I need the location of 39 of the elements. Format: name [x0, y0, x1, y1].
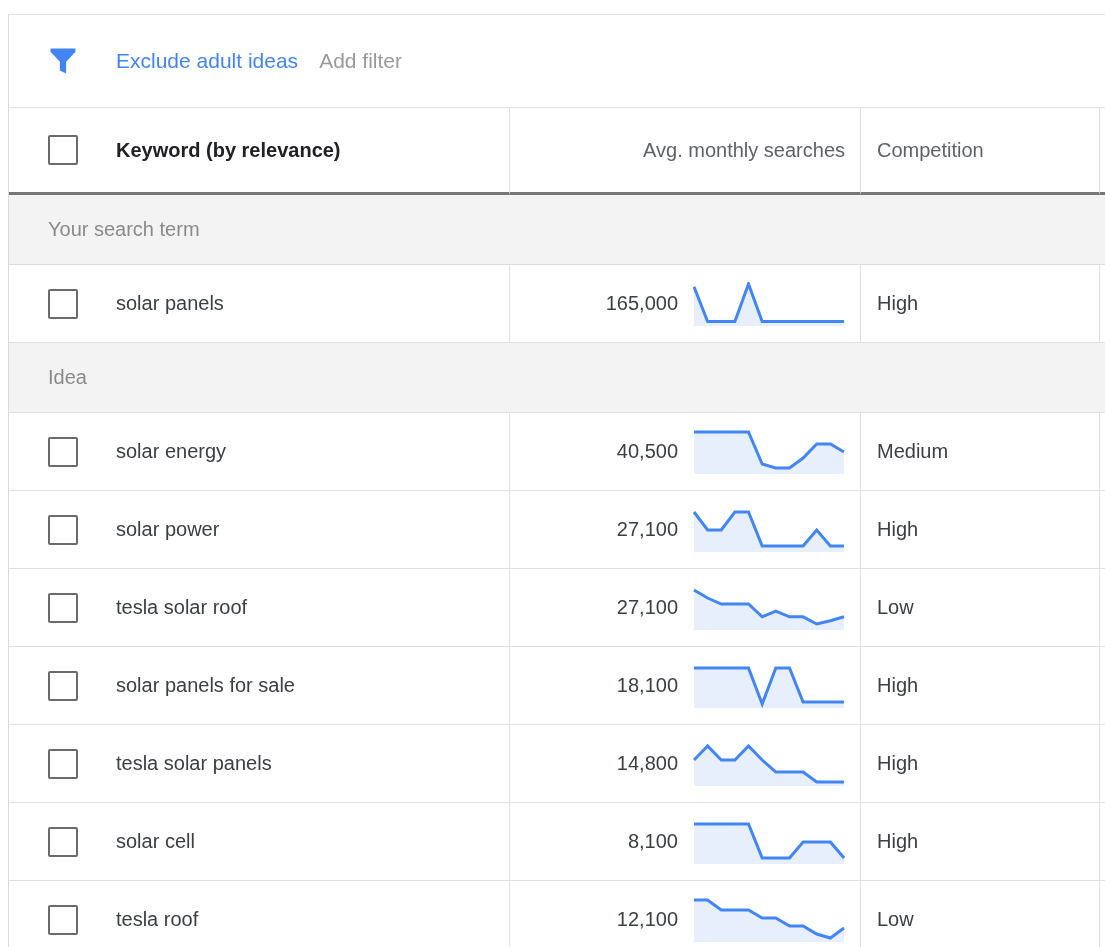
- section-label: Idea: [48, 366, 87, 389]
- filter-link[interactable]: Exclude adult ideas: [116, 49, 299, 73]
- search-volume: 14,800: [616, 752, 678, 775]
- column-header[interactable]: Keyword (by relevance): [116, 138, 341, 162]
- column-header[interactable]: Competition: [877, 138, 984, 162]
- search-volume: 165,000: [605, 292, 678, 315]
- keyword-text: solar energy: [116, 440, 227, 463]
- keyword-text: solar panels: [116, 292, 224, 315]
- search-volume: 18,100: [616, 674, 678, 697]
- search-volume: 12,100: [616, 908, 678, 931]
- checkbox[interactable]: [48, 826, 78, 857]
- competition-level: Low: [877, 908, 914, 931]
- keyword-text: solar power: [116, 518, 220, 541]
- checkbox[interactable]: [48, 904, 78, 935]
- checkbox[interactable]: [48, 288, 78, 319]
- keyword-text: solar panels for sale: [116, 674, 295, 697]
- competition-level: High: [877, 518, 919, 541]
- section-label: Your search term: [48, 218, 200, 241]
- competition-level: High: [877, 292, 919, 315]
- search-volume: 40,500: [616, 440, 678, 463]
- checkbox[interactable]: [48, 670, 78, 701]
- keyword-text: tesla solar panels: [116, 752, 272, 775]
- checkbox[interactable]: [48, 436, 78, 467]
- search-volume: 27,100: [616, 518, 678, 541]
- checkbox[interactable]: [48, 592, 78, 623]
- checkbox[interactable]: [48, 514, 78, 545]
- competition-level: High: [877, 752, 919, 775]
- search-volume: 8,100: [627, 830, 678, 853]
- checkbox[interactable]: [48, 135, 78, 165]
- keyword-text: solar cell: [116, 830, 195, 853]
- competition-level: Medium: [877, 440, 949, 463]
- keyword-text: tesla solar roof: [116, 596, 248, 619]
- column-header[interactable]: Avg. monthly searches: [643, 138, 845, 162]
- search-volume: 27,100: [616, 596, 678, 619]
- keyword-text: tesla roof: [116, 908, 199, 931]
- competition-level: High: [877, 830, 919, 853]
- competition-level: Low: [877, 596, 914, 619]
- competition-level: High: [877, 674, 919, 697]
- checkbox[interactable]: [48, 748, 78, 779]
